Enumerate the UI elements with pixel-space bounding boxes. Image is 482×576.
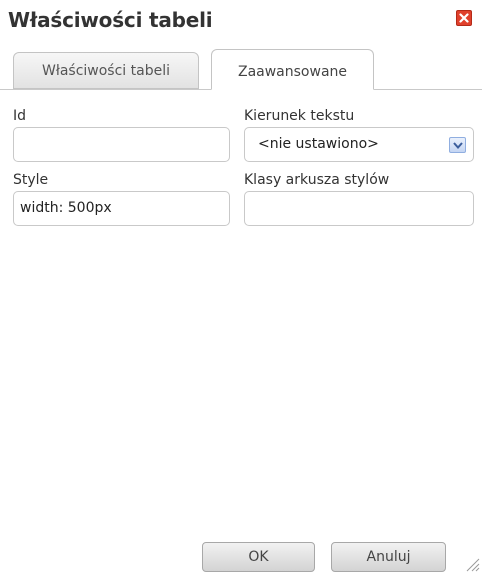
style-label: Style (13, 172, 49, 188)
text-direction-select[interactable]: <nie ustawiono> (244, 127, 474, 162)
chevron-down-icon[interactable] (449, 137, 466, 153)
style-input[interactable]: width: 500px (13, 191, 230, 226)
text-direction-selected-value: <nie ustawiono> (258, 136, 379, 152)
dialog-title: Właściwości tabeli (8, 8, 213, 32)
resize-grip-icon[interactable] (464, 556, 480, 572)
stylesheet-classes-input[interactable] (244, 191, 474, 226)
text-direction-label: Kierunek tekstu (244, 108, 355, 124)
stylesheet-classes-label: Klasy arkusza stylów (244, 172, 390, 188)
ok-button[interactable]: OK (202, 542, 315, 572)
id-input[interactable] (13, 127, 230, 162)
close-icon (459, 13, 469, 23)
dialog-title-bar[interactable]: Właściwości tabeli (0, 0, 482, 44)
table-properties-dialog: Właściwości tabeli Właściwości tabeli Za… (0, 0, 482, 573)
id-label: Id (13, 108, 27, 124)
cancel-button[interactable]: Anuluj (331, 542, 446, 572)
close-button[interactable] (456, 10, 472, 26)
tab-table-properties[interactable]: Właściwości tabeli (13, 52, 199, 89)
tab-advanced[interactable]: Zaawansowane (211, 49, 374, 90)
